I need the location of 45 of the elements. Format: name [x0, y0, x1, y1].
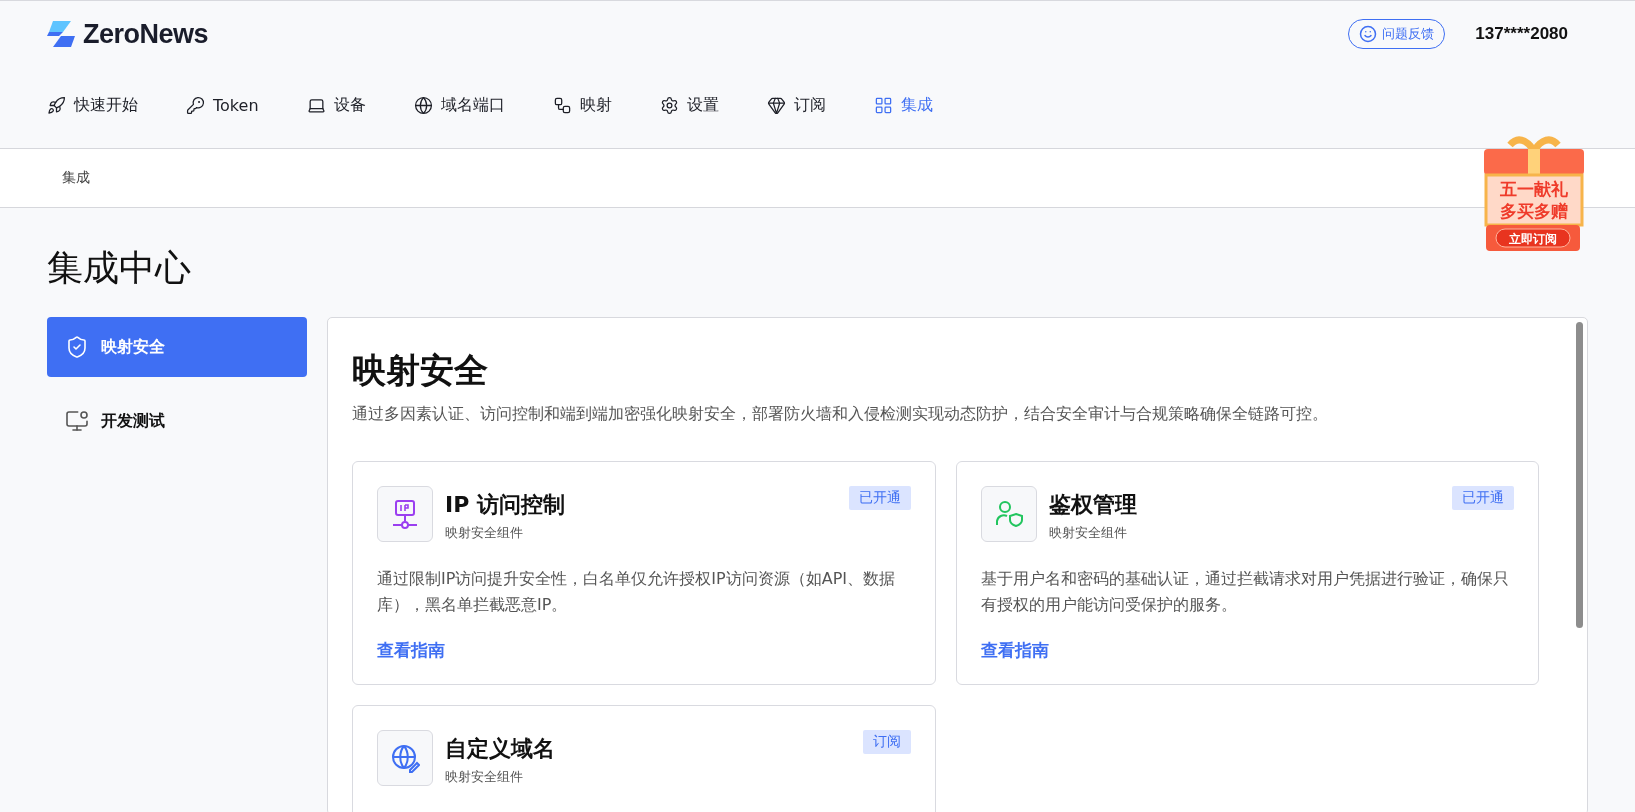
- globe-icon: [413, 95, 433, 115]
- smile-icon: [1359, 25, 1378, 43]
- card-title: IP 访问控制: [445, 491, 566, 519]
- card-description: 通过限制IP访问提升安全性，白名单仅允许授权IP访问资源（如API、数据库），黑名单拦截恶意IP。: [377, 568, 897, 617]
- status-badge: 订阅: [862, 730, 911, 754]
- user-shield-icon: [993, 499, 1024, 529]
- logo-text: ZeroNews: [83, 18, 209, 50]
- nav-tab[interactable]: 设置: [659, 94, 719, 116]
- section-description: 通过多因素认证、访问控制和端到端加密强化映射安全，部署防火墙和入侵检测实现动态防护，结合安全审计与合规策略确保全链路可控。: [352, 404, 1329, 425]
- card-subtitle: 映射安全组件: [445, 524, 524, 542]
- rocket-icon: [47, 95, 66, 115]
- guide-link[interactable]: 查看指南: [377, 639, 445, 660]
- scrollbar[interactable]: [1576, 322, 1583, 628]
- breadcrumb[interactable]: 集成: [62, 169, 90, 187]
- status-badge: 已开通: [848, 486, 911, 510]
- sidebar-item[interactable]: 开发测试: [47, 391, 307, 451]
- shield-icon: [65, 335, 89, 359]
- sidebar-item[interactable]: 映射安全: [47, 317, 307, 377]
- monitor-icon: [65, 409, 89, 433]
- card-title: 鉴权管理: [1048, 491, 1138, 519]
- logo-icon: [47, 21, 77, 47]
- card-title: 自定义域名: [445, 735, 556, 763]
- settings-icon: [659, 95, 679, 115]
- user-account[interactable]: 137****2080: [1475, 24, 1568, 44]
- card-subtitle: 映射安全组件: [1048, 524, 1128, 542]
- gift-box-promo[interactable]: 五一献礼 多买多赠 立即订阅: [1480, 135, 1588, 263]
- grid-icon: [873, 95, 893, 115]
- key-icon: [186, 95, 205, 115]
- nav-tab[interactable]: 集成: [873, 94, 933, 116]
- nodes-icon: [552, 95, 572, 115]
- nav-tab[interactable]: Token: [186, 95, 259, 115]
- nav-tab[interactable]: 域名端口: [413, 94, 505, 116]
- guide-link[interactable]: 查看指南: [980, 639, 1049, 660]
- nav-tab[interactable]: 快速开始: [47, 94, 138, 116]
- card-description: 基于用户名和密码的基础认证，通过拦截请求对用户凭据进行验证，确保只有授权的用户能访问受保护的服务。: [980, 568, 1510, 617]
- card-subtitle: 映射安全组件: [445, 768, 524, 786]
- nav-tab[interactable]: 映射: [552, 94, 612, 116]
- page-title: 集成中心: [47, 246, 191, 290]
- nav-tab[interactable]: 设备: [306, 94, 366, 116]
- ip-network-icon: [391, 499, 419, 529]
- nav-tab[interactable]: 订阅: [766, 94, 826, 116]
- status-badge: 已开通: [1452, 486, 1514, 510]
- diamond-icon: [766, 95, 786, 115]
- globe-edit-icon: [390, 743, 420, 773]
- section-title: 映射安全: [352, 349, 489, 392]
